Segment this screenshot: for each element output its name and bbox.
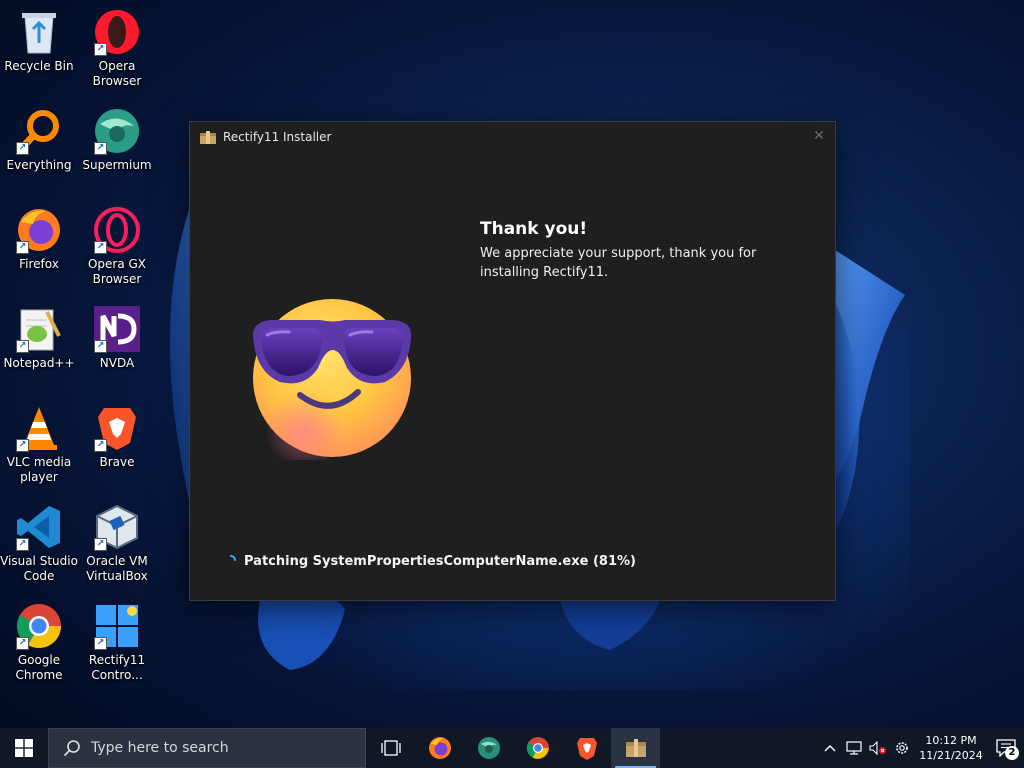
shortcut-arrow-icon: ↗ [16, 439, 29, 452]
volume-muted-icon [869, 741, 886, 755]
start-button[interactable] [0, 728, 48, 768]
smiling-face-sunglasses-icon [253, 299, 412, 460]
brave-icon [576, 738, 597, 760]
desktop-icon-label: Opera Browser [92, 59, 142, 88]
shortcut-arrow-icon: ↗ [16, 637, 29, 650]
taskbar-installer[interactable] [611, 728, 660, 768]
gear-icon [896, 742, 908, 754]
desktop-icon-label: VLC media player [6, 455, 72, 484]
shortcut-arrow-icon: ↗ [16, 241, 29, 254]
shortcut-arrow-icon: ↗ [94, 142, 107, 155]
desktop-icon-label: Opera GX Browser [87, 257, 147, 286]
desktop-icon-label: NVDA [99, 356, 135, 370]
shortcut-arrow-icon: ↗ [94, 637, 107, 650]
taskbar-supermium[interactable] [464, 728, 513, 768]
shortcut-arrow-icon: ↗ [94, 439, 107, 452]
desktop-icon-virtualbox[interactable]: ↗ Oracle VM VirtualBox [78, 503, 156, 584]
settings-button[interactable] [890, 728, 914, 768]
thank-you-message: We appreciate your support, thank you fo… [480, 246, 757, 280]
desktop-icon-label: Rectify11 Contro... [88, 653, 146, 682]
desktop-icon-chrome[interactable]: ↗ Google Chrome [0, 602, 78, 683]
desktop-icon-label: Notepad++ [3, 356, 75, 370]
desktop-icon-label: Brave [99, 455, 135, 469]
desktop-icon-opera-gx[interactable]: ↗ Opera GX Browser [78, 206, 156, 287]
desktop-icon-everything-search[interactable]: ↗ Everything [0, 107, 78, 173]
volume-button[interactable] [866, 728, 890, 768]
rectify11-control-panel-icon: ↗ [93, 602, 141, 650]
close-button[interactable]: ✕ [809, 126, 829, 146]
brave-icon: ↗ [93, 404, 141, 452]
shortcut-arrow-icon: ↗ [94, 340, 107, 353]
taskbar: Type here to search 10:12 PM 11/21/2024 … [0, 728, 1024, 768]
taskbar-task-view[interactable] [366, 728, 415, 768]
desktop-icon-rectify11-control-panel[interactable]: ↗ Rectify11 Contro... [78, 602, 156, 683]
firefox-icon [428, 737, 451, 759]
shortcut-arrow-icon: ↗ [16, 142, 29, 155]
thank-you-heading: Thank you! [480, 219, 588, 239]
taskbar-brave[interactable] [562, 728, 611, 768]
taskbar-chrome[interactable] [513, 728, 562, 768]
desktop-icon-vscode[interactable]: ↗ Visual Studio Code [0, 503, 78, 584]
desktop-icon-label: Supermium [82, 158, 152, 172]
chrome-icon: ↗ [15, 602, 63, 650]
system-tray: 10:12 PM 11/21/2024 2 [818, 728, 1024, 768]
supermium-icon [477, 737, 500, 759]
vscode-icon: ↗ [15, 503, 63, 551]
desktop-icon-opera[interactable]: ↗ Opera Browser [78, 8, 156, 89]
windows-logo-icon [15, 739, 33, 757]
firefox-icon: ↗ [15, 206, 63, 254]
notepad-plus-plus-icon: ↗ [15, 305, 63, 353]
progress-spinner-icon [230, 555, 236, 561]
shortcut-arrow-icon: ↗ [94, 43, 107, 56]
notification-count-badge: 2 [1005, 746, 1019, 760]
network-button[interactable] [842, 728, 866, 768]
task-view-icon [380, 740, 401, 756]
desktop-icon-label: Oracle VM VirtualBox [86, 554, 148, 583]
chrome-icon [526, 737, 549, 759]
desktop-icon-label: Recycle Bin [4, 59, 74, 73]
notification-center-button[interactable]: 2 [988, 728, 1024, 768]
search-icon [63, 740, 80, 757]
shortcut-arrow-icon: ↗ [94, 538, 107, 551]
shortcut-arrow-icon: ↗ [16, 538, 29, 551]
virtualbox-icon: ↗ [93, 503, 141, 551]
vlc-icon: ↗ [15, 404, 63, 452]
desktop-icon-supermium[interactable]: ↗ Supermium [78, 107, 156, 173]
recycle-bin-icon [15, 8, 63, 56]
show-hidden-icons-button[interactable] [818, 728, 842, 768]
desktop-icon-label: Google Chrome [15, 653, 63, 682]
taskbar-clock[interactable]: 10:12 PM 11/21/2024 [918, 733, 984, 763]
desktop-icon-firefox[interactable]: ↗ Firefox [0, 206, 78, 272]
install-status: Patching SystemPropertiesComputerName.ex… [244, 554, 636, 569]
installer-icon [625, 739, 646, 757]
window-title: Rectify11 Installer [223, 130, 332, 144]
clock-time: 10:12 PM [925, 734, 977, 747]
desktop-icon-vlc[interactable]: ↗ VLC media player [0, 404, 78, 485]
desktop-icon-recycle-bin[interactable]: Recycle Bin [0, 8, 78, 74]
shortcut-arrow-icon: ↗ [94, 241, 107, 254]
search-placeholder: Type here to search [91, 740, 229, 756]
taskbar-search-box[interactable]: Type here to search [48, 728, 366, 768]
package-icon [200, 130, 216, 144]
desktop-icon-label: Everything [6, 158, 72, 172]
opera-icon: ↗ [93, 8, 141, 56]
chevron-up-icon [824, 745, 836, 752]
clock-date: 11/21/2024 [919, 749, 983, 762]
desktop-icon-nvda[interactable]: ↗ NVDA [78, 305, 156, 371]
desktop-icon-label: Visual Studio Code [0, 554, 78, 583]
everything-search-icon: ↗ [15, 107, 63, 155]
nvda-icon: ↗ [93, 305, 141, 353]
taskbar-firefox[interactable] [415, 728, 464, 768]
network-icon [846, 741, 862, 755]
opera-gx-icon: ↗ [93, 206, 141, 254]
shortcut-arrow-icon: ↗ [16, 340, 29, 353]
desktop-icon-notepad-plus-plus[interactable]: ↗ Notepad++ [0, 305, 78, 371]
desktop-icon-brave[interactable]: ↗ Brave [78, 404, 156, 470]
supermium-icon: ↗ [93, 107, 141, 155]
installer-window[interactable]: Rectify11 Installer ✕ Thank you! We appr… [189, 121, 836, 601]
window-titlebar[interactable]: Rectify11 Installer ✕ [190, 122, 835, 152]
desktop-icon-label: Firefox [19, 257, 59, 271]
